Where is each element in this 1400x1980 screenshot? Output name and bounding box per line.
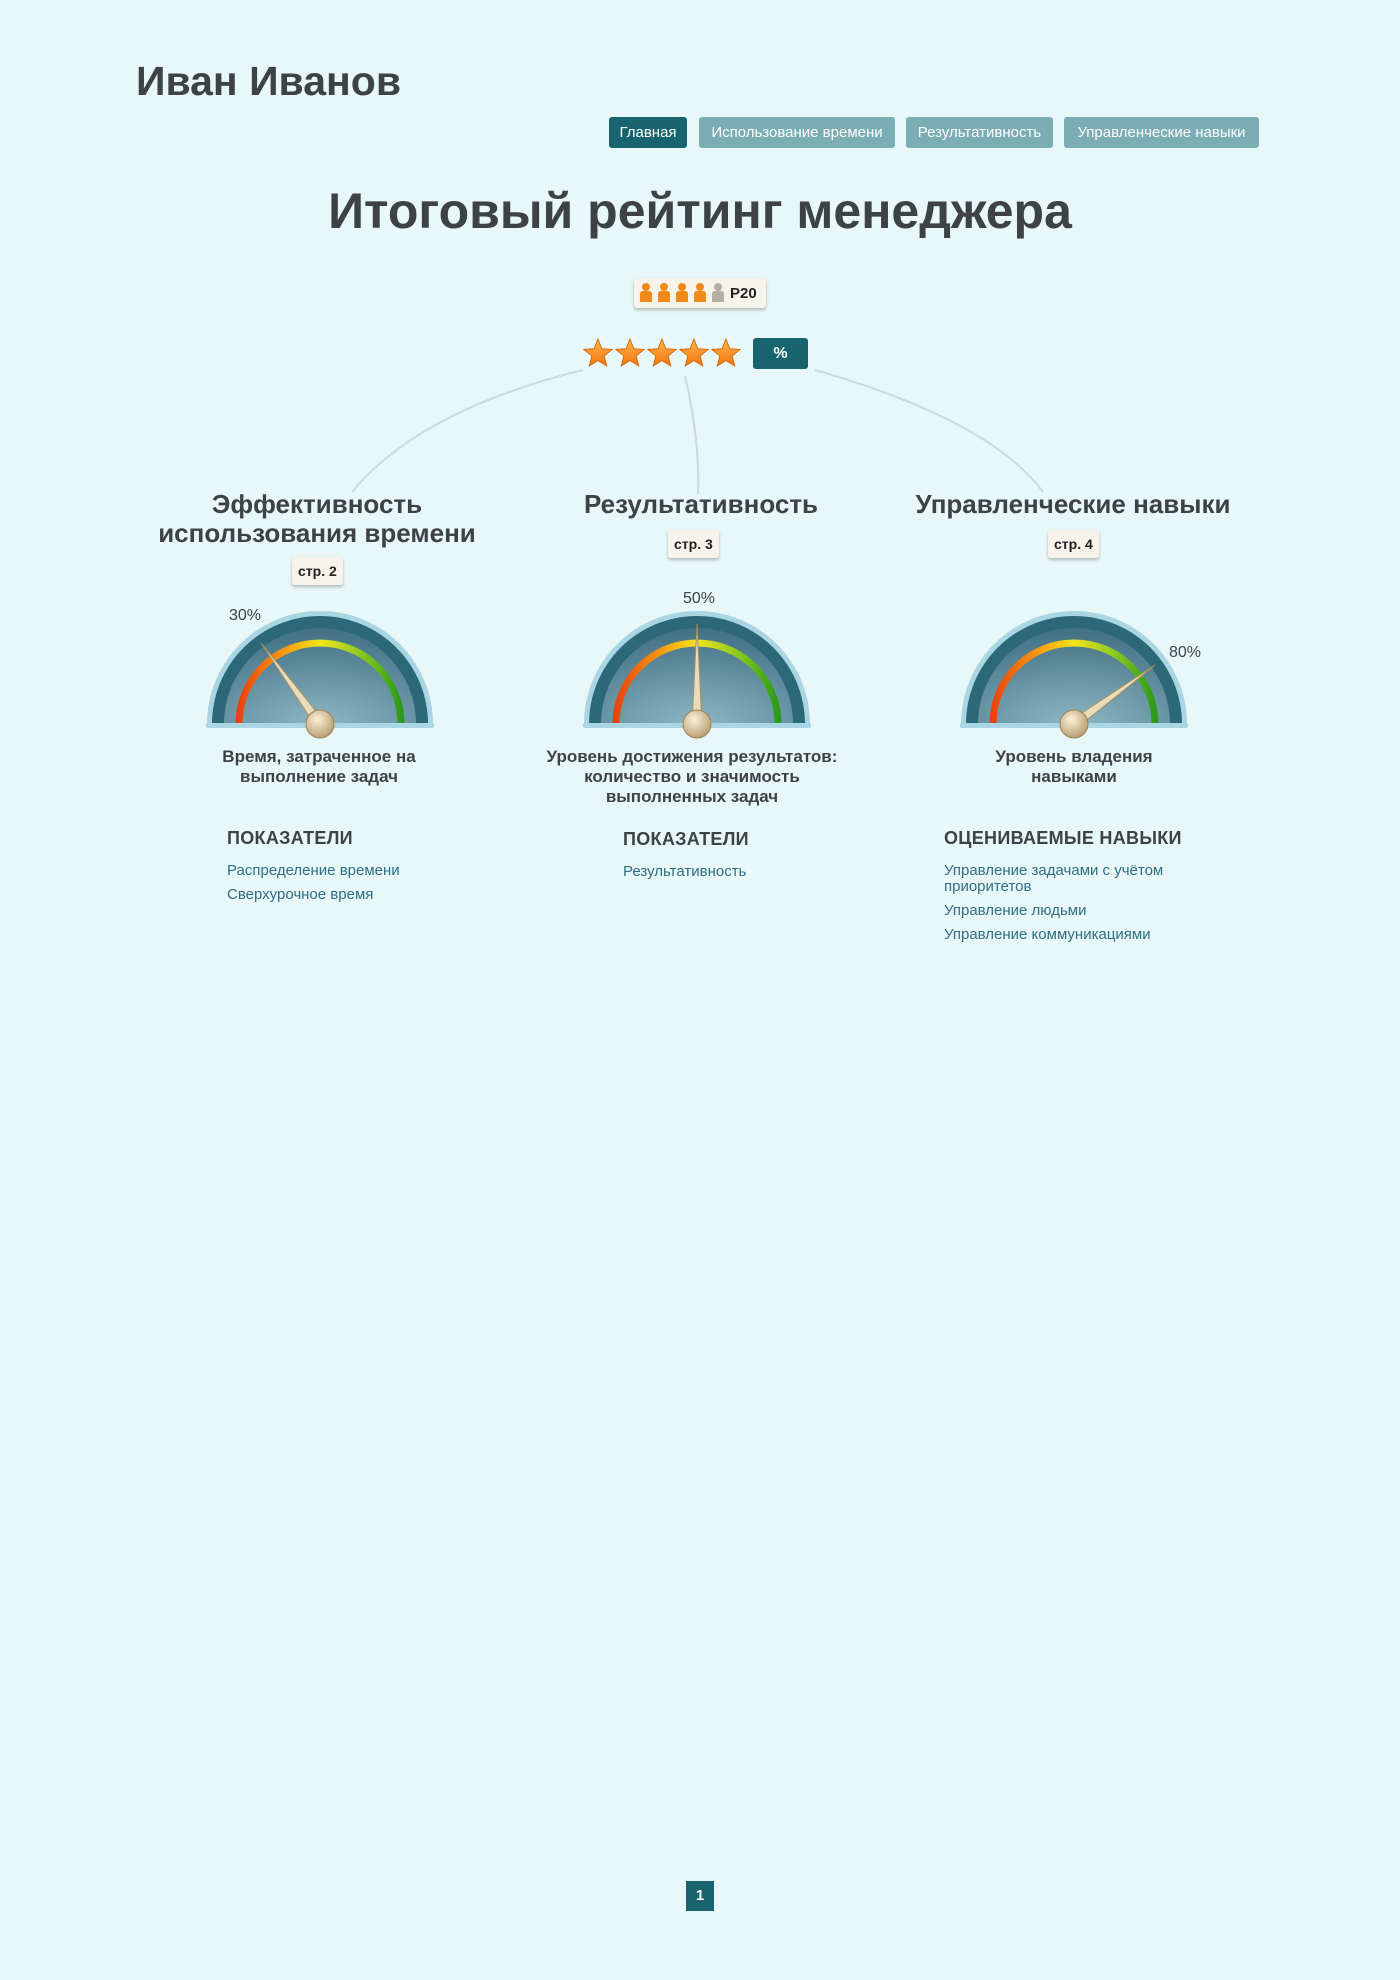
- gauge-caption: Уровень достижения результатов: количест…: [546, 747, 838, 806]
- link-people-management[interactable]: Управление людьми: [944, 903, 1214, 919]
- star-icon: [646, 337, 678, 367]
- pagination-page-1[interactable]: 1: [686, 1881, 714, 1911]
- rank-label: P20: [730, 285, 757, 302]
- column-performance: Результативность: [540, 490, 862, 519]
- column-time-efficiency: Эффективность использования времени: [136, 490, 498, 548]
- connector-lines: [351, 369, 1044, 495]
- gauge-value-label: 50%: [683, 590, 716, 607]
- link-performance[interactable]: Результативность: [623, 864, 883, 880]
- person-icon: [676, 283, 688, 302]
- person-icon: [658, 283, 670, 302]
- page-tag-4[interactable]: стр. 4: [1048, 530, 1099, 558]
- person-icon: [712, 283, 724, 302]
- star-icon: [710, 337, 742, 367]
- indicator-links: Результативность: [623, 864, 883, 880]
- gauge-value-label: 30%: [229, 607, 262, 624]
- star-rating: [582, 337, 742, 367]
- indicator-links: Распределение времени Сверхурочное время: [227, 863, 487, 903]
- people-rating-icon: [640, 283, 724, 302]
- percent-badge[interactable]: %: [753, 338, 808, 369]
- star-icon: [582, 337, 614, 367]
- rank-badge: P20: [634, 278, 766, 308]
- management-skills-gauge: [960, 611, 1188, 739]
- indicators-section: ПОКАЗАТЕЛИ Распределение времени Сверхур…: [227, 828, 487, 911]
- gauge-needle-hub: [1059, 709, 1089, 739]
- indicators-section: ПОКАЗАТЕЛИ Результативность: [623, 829, 883, 888]
- gauge-needle-hub: [682, 709, 712, 739]
- gauge-caption: Время, затраченное на выполнение задач: [222, 747, 416, 786]
- section-heading: ПОКАЗАТЕЛИ: [623, 829, 749, 849]
- column-title: Эффективность использования времени: [158, 489, 476, 548]
- column-management-skills: Управленческие навыки: [890, 490, 1256, 519]
- star-icon: [614, 337, 646, 367]
- link-time-distribution[interactable]: Распределение времени: [227, 863, 487, 879]
- gauge-needle-hub: [305, 709, 335, 739]
- performance-gauge: [583, 611, 811, 739]
- page-tag-3[interactable]: стр. 3: [668, 530, 719, 558]
- column-title: Результативность: [583, 489, 819, 519]
- page-tag-2[interactable]: стр. 2: [292, 557, 343, 585]
- section-heading: ПОКАЗАТЕЛИ: [227, 828, 353, 848]
- link-communication-management[interactable]: Управление коммуникациями: [944, 927, 1214, 943]
- skill-links: Управление задачами с учётом приоритетов…: [944, 863, 1214, 943]
- star-icon: [678, 337, 710, 367]
- section-heading: ОЦЕНИВАЕМЫЕ НАВЫКИ: [944, 828, 1182, 848]
- skills-section: ОЦЕНИВАЕМЫЕ НАВЫКИ Управление задачами с…: [944, 828, 1214, 951]
- gauge-caption: Уровень владения навыками: [995, 747, 1153, 786]
- gauge-value-label: 80%: [1169, 644, 1202, 661]
- column-title: Управленческие навыки: [915, 489, 1231, 519]
- person-icon: [640, 283, 652, 302]
- person-icon: [694, 283, 706, 302]
- link-overtime[interactable]: Сверхурочное время: [227, 887, 487, 903]
- link-task-prioritization[interactable]: Управление задачами с учётом приоритетов: [944, 863, 1214, 895]
